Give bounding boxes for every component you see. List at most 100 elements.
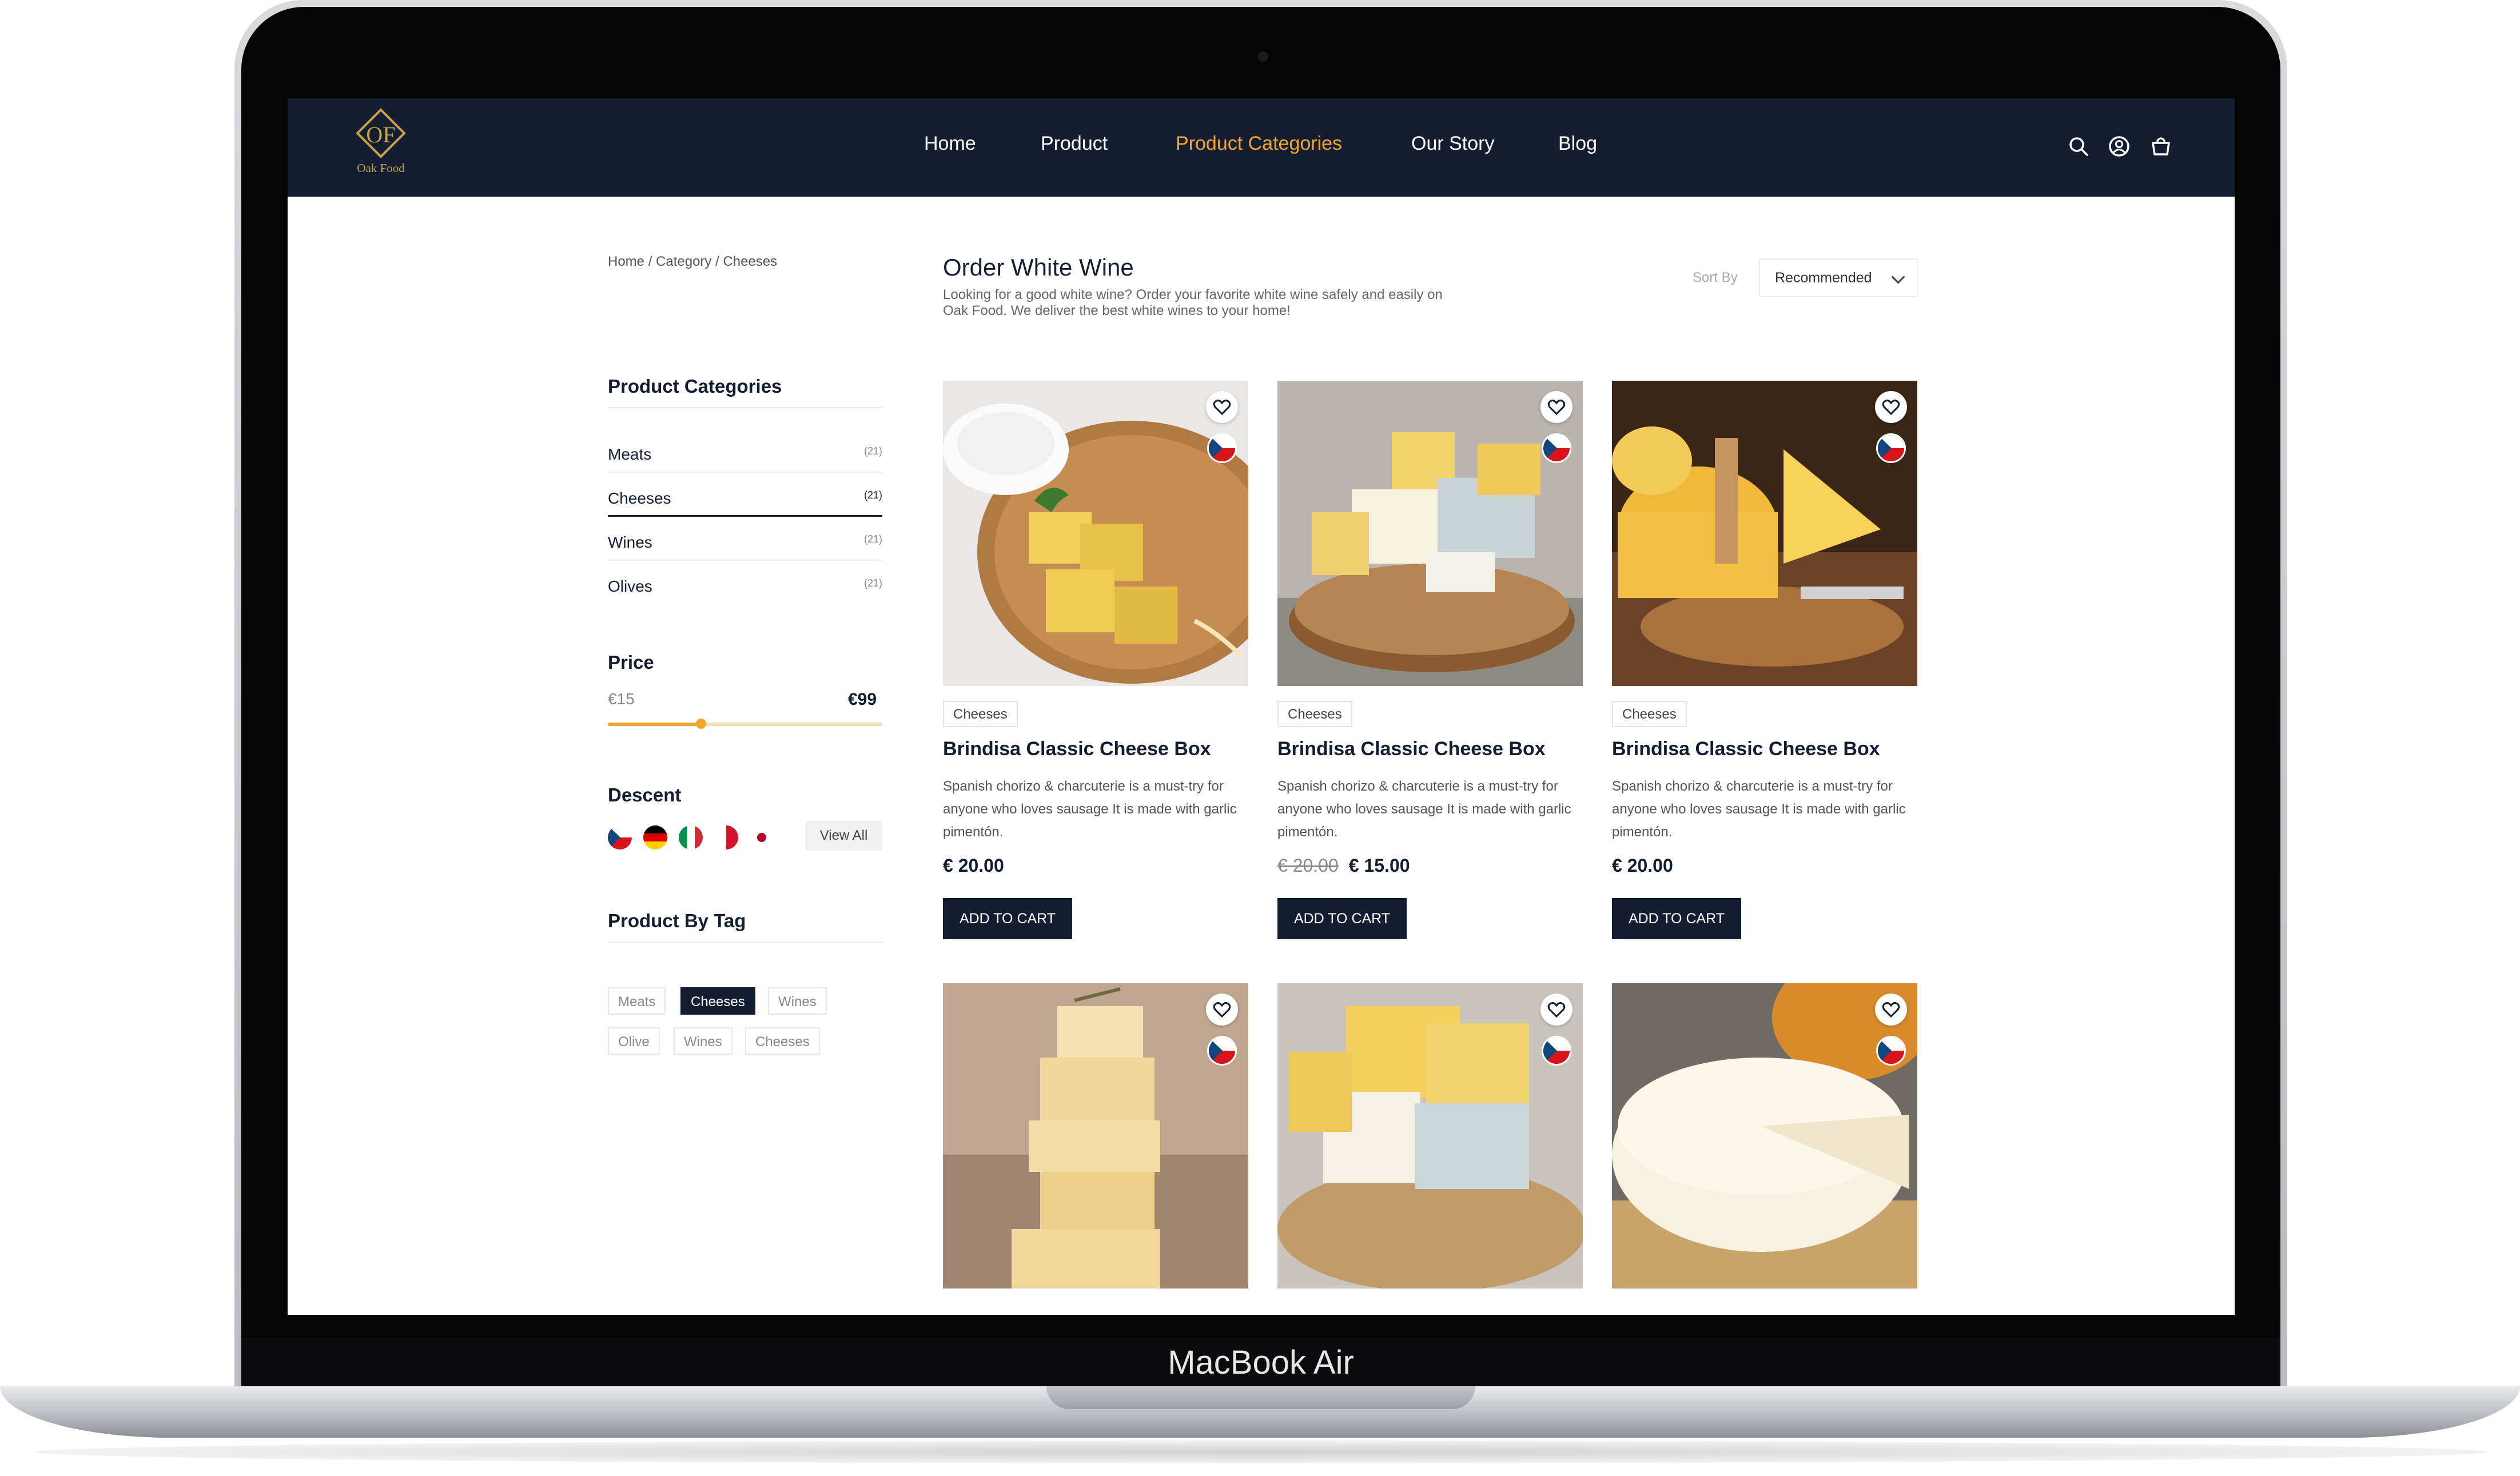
site-header: OF Oak Food Home Product Product Categor… [288,98,2235,197]
camera-icon [1258,51,1268,62]
cheese-photo [943,983,1248,1288]
category-count: (21) [863,489,882,501]
czech-flag-icon[interactable] [608,825,632,849]
product-price: € 20.00 [943,855,1004,876]
czech-flag-icon [1207,433,1237,463]
category-item-meats[interactable]: Meats (21) [608,438,882,473]
wishlist-button[interactable] [1875,391,1907,423]
wishlist-button[interactable] [1540,391,1572,423]
product-tag[interactable]: Cheeses [1277,701,1352,727]
device-shadow [34,1441,2487,1463]
wishlist-button[interactable] [1206,391,1238,423]
product-old-price: € 20.00 [1277,855,1339,876]
browser-viewport: OF Oak Food Home Product Product Categor… [288,98,2235,1315]
category-name: Meats [608,445,652,463]
search-icon[interactable] [2067,135,2090,158]
product-description: Spanish chorizo & charcuterie is a must-… [1612,779,1906,840]
cheese-photo [1277,983,1583,1288]
heart-icon [1213,400,1231,416]
category-count: (21) [863,533,882,545]
add-to-cart-button[interactable]: ADD TO CART [943,898,1072,939]
cheese-photo [1612,983,1917,1288]
germany-flag-icon[interactable] [643,825,667,849]
add-to-cart-button[interactable]: ADD TO CART [1612,898,1741,939]
category-name: Wines [608,533,652,551]
product-image[interactable] [943,983,1248,1288]
category-item-olives[interactable]: Olives (21) [608,571,882,605]
product-image[interactable] [1612,983,1917,1288]
product-image[interactable] [1612,381,1917,686]
nav-blog[interactable]: Blog [1558,133,1597,161]
chevron-down-icon [1891,270,1905,284]
add-to-cart-button[interactable]: ADD TO CART [1277,898,1407,939]
product-price: € 20.00 [1612,855,1673,876]
czech-flag-icon [1542,1036,1571,1066]
product-name[interactable]: Brindisa Classic Cheese Box [943,738,1211,760]
tag-meats[interactable]: Meats [608,987,666,1015]
price-min: €15 [608,690,635,708]
heart-icon [1547,400,1566,416]
tags-heading: Product By Tag [608,910,746,931]
cart-icon[interactable] [2149,135,2172,158]
product-tag[interactable]: Cheeses [1612,701,1687,727]
laptop-notch [1046,1386,1475,1409]
product-name[interactable]: Brindisa Classic Cheese Box [1277,738,1546,760]
descent-heading: Descent [608,784,682,805]
page-title: Order White Wine [943,254,1134,281]
czech-flag-icon [1207,1036,1237,1066]
categories-heading: Product Categories [608,376,782,397]
czech-flag-icon [1876,1036,1906,1066]
wishlist-button[interactable] [1540,994,1572,1026]
user-icon[interactable] [2108,135,2131,158]
product-image[interactable] [1277,983,1583,1288]
price-slider-handle[interactable] [696,719,707,729]
nav-product[interactable]: Product [1041,133,1108,161]
tag-cheeses[interactable]: Cheeses [745,1027,820,1055]
sort-dropdown[interactable]: Recommended [1759,258,1918,297]
view-all-button[interactable]: View All [805,821,882,851]
tag-wines[interactable]: Wines [674,1027,732,1055]
sort-label: Sort By [1693,270,1738,285]
nav-product-categories[interactable]: Product Categories [1176,133,1342,161]
nav-our-story[interactable]: Our Story [1411,133,1494,161]
malta-flag-icon[interactable] [714,825,738,849]
cheese-photo [943,381,1248,686]
wishlist-button[interactable] [1875,994,1907,1026]
divider [608,407,882,408]
divider [608,472,882,473]
divider [608,942,882,943]
heart-icon [1882,400,1900,416]
cheese-photo [1277,381,1583,686]
brand-logo[interactable]: OF Oak Food [347,108,415,182]
product-image[interactable] [943,381,1248,686]
nav-home[interactable]: Home [924,133,976,161]
italy-flag-icon[interactable] [679,825,703,849]
wishlist-button[interactable] [1206,994,1238,1026]
price-slider[interactable] [608,719,882,729]
heart-icon [1213,1002,1231,1018]
czech-flag-icon [1876,433,1906,463]
tag-cheeses[interactable]: Cheeses [680,987,755,1015]
category-count: (21) [863,445,882,457]
heart-icon [1882,1002,1900,1018]
japan-flag-icon[interactable] [750,825,774,849]
product-price: € 20.00 € 15.00 [1277,855,1410,876]
logo-letters: OF [366,122,396,147]
price-max: €99 [848,690,877,709]
category-name: Olives [608,577,652,595]
product-price-value: € 20.00 [943,855,1004,876]
tag-olive[interactable]: Olive [608,1027,660,1055]
brand-name: Oak Food [357,161,405,175]
product-name[interactable]: Brindisa Classic Cheese Box [1612,738,1880,760]
product-price-value: € 15.00 [1348,855,1410,876]
tag-wines[interactable]: Wines [768,987,827,1015]
category-item-wines[interactable]: Wines (21) [608,526,882,561]
price-heading: Price [608,652,654,673]
divider [608,560,882,561]
breadcrumb[interactable]: Home / Category / Cheeses [608,254,777,270]
product-tag[interactable]: Cheeses [943,701,1018,727]
product-image[interactable] [1277,381,1583,686]
category-name: Cheeses [608,489,671,507]
category-item-cheeses[interactable]: Cheeses (21) [608,482,882,517]
product-description: Spanish chorizo & charcuterie is a must-… [943,779,1237,840]
